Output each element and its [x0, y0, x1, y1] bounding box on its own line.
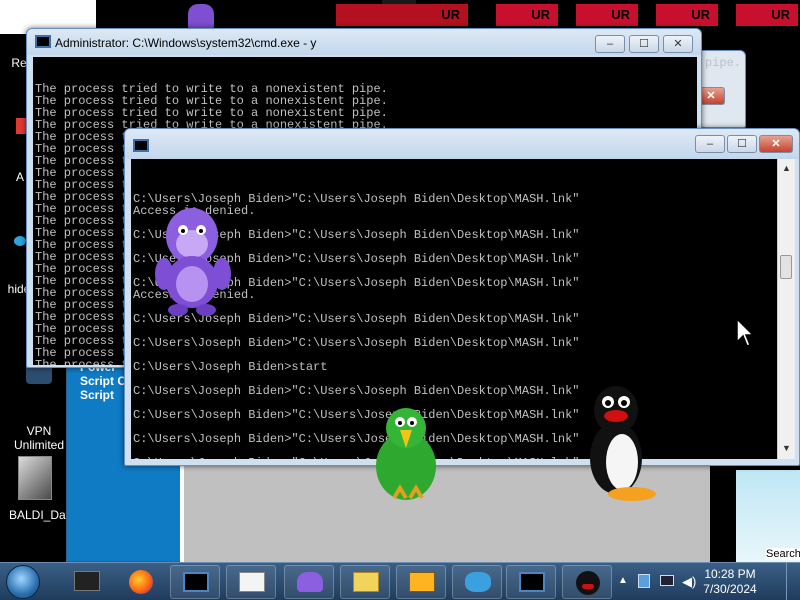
- cmd-icon: [35, 35, 51, 48]
- mouse-cursor-icon: [736, 318, 754, 347]
- installer-icon: [409, 572, 435, 592]
- console-line: C:\Users\Joseph Biden>"C:\Users\Joseph B…: [133, 408, 580, 422]
- volume-icon[interactable]: ◀): [682, 574, 696, 590]
- taskbar-app-document[interactable]: [226, 565, 276, 599]
- taskbar-app-pingu[interactable]: [562, 565, 612, 599]
- taskbar-app-firefox[interactable]: [116, 565, 166, 599]
- firefox-icon: [129, 570, 153, 594]
- bonzi-icon: [297, 572, 323, 592]
- bonzi-buddy-icon[interactable]: [152, 200, 236, 318]
- taskbar-app-folder[interactable]: [340, 565, 390, 599]
- pingu-icon: [576, 571, 600, 595]
- taskbar-app-console[interactable]: [170, 565, 220, 599]
- scroll-thumb[interactable]: [780, 255, 792, 279]
- cmd-icon: [74, 571, 100, 591]
- console-icon-2: [519, 572, 545, 592]
- console-line: C:\Users\Joseph Biden>start: [133, 360, 328, 374]
- console-line: C:\Users\Joseph Biden>"C:\Users\Joseph B…: [133, 457, 779, 459]
- clock-date: 7/30/2024: [703, 582, 757, 596]
- cmd-window-1-minimize-button[interactable]: ‒: [595, 35, 625, 53]
- taskbar: ▲ ◀) 10:28 PM 7/30/2024: [0, 562, 800, 600]
- cmd-window-2-maximize-button[interactable]: ☐: [727, 135, 757, 153]
- ur-banner: UR: [336, 4, 468, 26]
- console-line: C:\Users\Joseph Biden>"C:\Users\Joseph B…: [133, 336, 580, 350]
- cmd-window-1-maximize-button[interactable]: ☐: [629, 35, 659, 53]
- clock[interactable]: 10:28 PM 7/30/2024: [698, 567, 762, 597]
- cmd-window-2-minimize-button[interactable]: ‒: [695, 135, 725, 153]
- scroll-up-arrow-icon[interactable]: ▲: [782, 163, 791, 173]
- taskbar-app-console-2[interactable]: [506, 565, 556, 599]
- ur-banner: UR: [656, 4, 718, 26]
- start-button[interactable]: [6, 565, 40, 599]
- cmd-window-2-scrollbar[interactable]: ▲ ▼: [777, 159, 795, 459]
- taskbar-app-bonzi[interactable]: [284, 565, 334, 599]
- system-tray: ▲ ◀) 10:28 PM 7/30/2024: [610, 563, 800, 600]
- desktop-icon-baldi[interactable]: BALDI_Dat: [2, 508, 76, 522]
- folder-icon: [353, 572, 379, 592]
- pingu-icon[interactable]: [584, 380, 658, 504]
- ur-banner: UR: [736, 4, 798, 26]
- blue-app-icon[interactable]: [14, 236, 26, 246]
- scroll-down-arrow-icon[interactable]: ▼: [782, 443, 791, 453]
- taskbar-app-cmd[interactable]: [62, 565, 112, 599]
- ur-banner: UR: [576, 4, 638, 26]
- network-status-icon[interactable]: [638, 574, 650, 588]
- console-line: C:\Users\Joseph Biden>"C:\Users\Joseph B…: [133, 384, 580, 398]
- console-icon: [183, 572, 209, 592]
- cmd-icon: [133, 139, 149, 152]
- cmd-window-2-close-button[interactable]: ✕: [759, 135, 793, 153]
- network-icon: [465, 572, 491, 592]
- cmd-window-1-close-button[interactable]: ✕: [663, 35, 693, 53]
- ur-banner: UR: [496, 4, 558, 26]
- cmd-window-1-title: Administrator: C:\Windows\system32\cmd.e…: [55, 36, 317, 50]
- taskbar-app-network[interactable]: [452, 565, 502, 599]
- clock-time: 10:28 PM: [704, 567, 756, 581]
- baldi-folder-icon[interactable]: [18, 456, 52, 500]
- tray-arrow-icon[interactable]: ▲: [618, 575, 628, 586]
- search-label: Search: [766, 548, 800, 560]
- desktop: UR UR UR UR UR Re A hide VPN Unlimited B…: [0, 0, 800, 562]
- parrot-icon[interactable]: [370, 404, 442, 504]
- monitor-icon[interactable]: [660, 575, 674, 586]
- show-desktop-button[interactable]: [786, 563, 800, 600]
- background-window-pipe-text: pipe.: [705, 56, 742, 70]
- console-line: C:\Users\Joseph Biden>"C:\Users\Joseph B…: [133, 432, 580, 446]
- taskbar-app-installer[interactable]: [396, 565, 446, 599]
- document-icon: [239, 572, 265, 592]
